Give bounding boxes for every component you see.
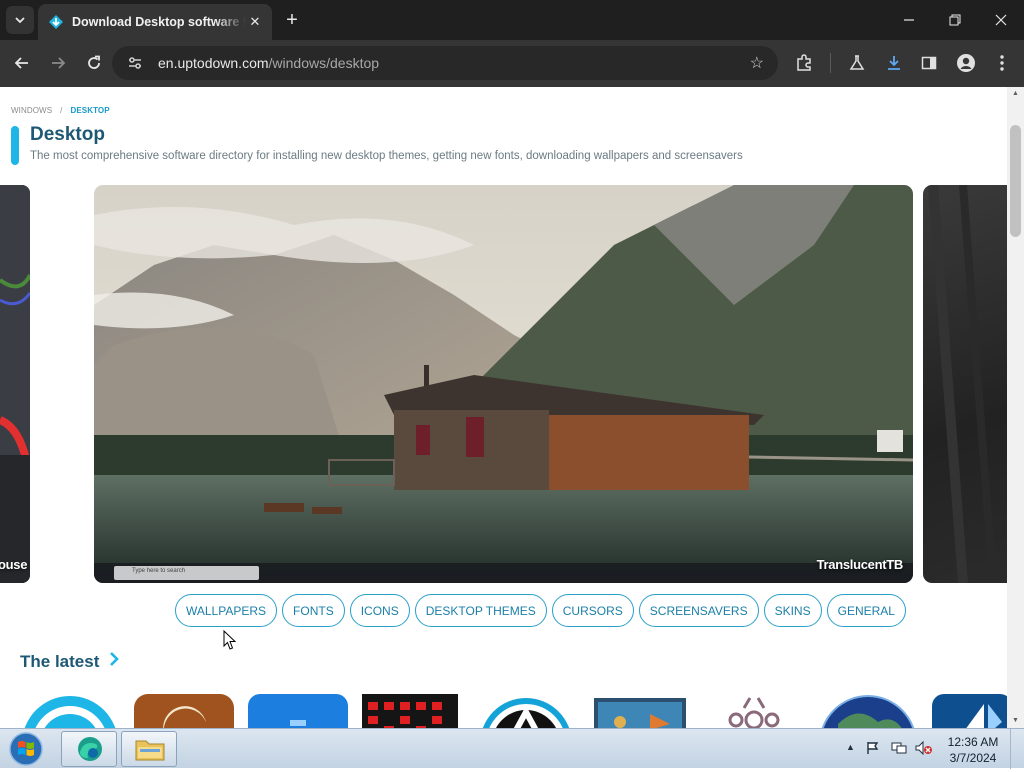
downloads-icon[interactable] — [883, 52, 905, 74]
folder-icon — [135, 740, 165, 761]
browser-menu-icon[interactable] — [991, 52, 1013, 74]
breadcrumb: WINDOWS / DESKTOP — [11, 106, 110, 115]
category-icons[interactable]: ICONS — [349, 594, 410, 627]
breadcrumb-separator: / — [60, 106, 63, 115]
url-text: en.uptodown.com/windows/desktop — [158, 55, 379, 71]
profile-avatar-icon[interactable] — [955, 52, 977, 74]
breadcrumb-windows-link[interactable]: WINDOWS — [11, 106, 52, 115]
address-bar[interactable]: en.uptodown.com/windows/desktop ☆ — [112, 46, 778, 80]
show-hidden-icons-chevron-icon[interactable]: ▲ — [846, 742, 855, 752]
windows-taskbar: ▲ 12:36 AM 3/7/2024 — [0, 728, 1024, 769]
category-general[interactable]: GENERAL — [826, 594, 906, 627]
category-wallpapers[interactable]: WALLPAPERS — [175, 594, 278, 627]
carousel-label-prev: ouse Jiggler — [0, 557, 30, 572]
latest-title: The latest — [20, 651, 100, 671]
browser-tab-bar: Download Desktop software for Windows ✕ … — [0, 0, 1024, 40]
carousel-label-main: TranslucentTB — [816, 557, 904, 572]
reload-icon — [88, 55, 100, 69]
browser-toolbar: en.uptodown.com/windows/desktop ☆ — [0, 40, 1024, 87]
minimize-icon[interactable] — [894, 6, 924, 34]
side-panel-icon[interactable] — [918, 52, 940, 74]
title-accent-bar — [11, 126, 19, 165]
carousel-image-main — [94, 185, 913, 583]
breadcrumb-current: DESKTOP — [70, 106, 110, 115]
page-content: WINDOWS / DESKTOP Desktop The most compreh… — [0, 87, 1007, 728]
app-icon-8[interactable] — [818, 694, 918, 728]
scrollbar-thumb[interactable] — [1010, 125, 1021, 237]
app-icon-6[interactable] — [590, 694, 690, 728]
volume-muted-icon[interactable] — [915, 740, 933, 758]
url-path: /windows/desktop — [268, 55, 380, 71]
clock-date: 3/7/2024 — [949, 751, 997, 765]
forward-arrow-icon — [52, 57, 66, 69]
chevron-right-icon — [109, 651, 120, 672]
page-subtitle: The most comprehensive software director… — [30, 150, 743, 162]
latest-heading[interactable]: The latest — [20, 651, 120, 672]
taskbar-file-explorer[interactable] — [121, 731, 177, 767]
category-list: WALLPAPERS FONTS ICONS DESKTOP THEMES CU… — [175, 594, 906, 628]
taskbar-search-placeholder: Type here to search — [132, 568, 186, 574]
page-title: Desktop — [30, 124, 105, 145]
edge-browser-icon — [78, 737, 102, 761]
carousel-image-next — [928, 185, 997, 583]
extensions-icon[interactable] — [793, 52, 815, 74]
bookmark-star-icon[interactable]: ☆ — [750, 53, 764, 73]
close-window-icon[interactable] — [986, 6, 1016, 34]
category-screensavers[interactable]: SCREENSAVERS — [638, 594, 759, 627]
back-button[interactable] — [9, 50, 35, 76]
uptodown-favicon-icon — [49, 15, 63, 29]
carousel-image-prev — [0, 185, 30, 583]
scroll-up-icon[interactable]: ▲ — [1007, 87, 1024, 101]
restore-icon[interactable] — [940, 6, 970, 34]
system-clock[interactable]: 12:36 AM 3/7/2024 — [944, 734, 1002, 766]
labs-flask-icon[interactable] — [846, 52, 868, 74]
app-icon-7[interactable] — [704, 694, 804, 728]
page-scrollbar[interactable]: ▲ ▼ — [1007, 87, 1024, 728]
site-info-icon[interactable] — [124, 52, 146, 74]
app-icon-1[interactable] — [20, 694, 120, 728]
category-desktop-themes[interactable]: DESKTOP THEMES — [414, 594, 547, 627]
app-icon-5[interactable] — [476, 694, 576, 728]
carousel-slide-main[interactable]: Type here to search TranslucentTB — [94, 185, 913, 583]
browser-tab[interactable]: Download Desktop software for Windows ✕ — [38, 4, 272, 40]
network-icon[interactable] — [891, 741, 907, 758]
app-icon-9[interactable] — [932, 694, 1007, 728]
carousel-slide-next[interactable] — [923, 185, 1007, 583]
category-fonts[interactable]: FONTS — [282, 594, 345, 627]
url-host: en.uptodown.com — [158, 55, 269, 71]
windows-logo-icon — [9, 732, 43, 766]
show-desktop-button[interactable] — [1010, 729, 1024, 769]
category-cursors[interactable]: CURSORS — [551, 594, 634, 627]
mouse-cursor-icon — [223, 630, 237, 650]
back-arrow-icon — [14, 57, 28, 69]
carousel-slide-prev[interactable]: ouse Jiggler — [0, 185, 30, 583]
tab-search-button[interactable] — [6, 6, 34, 34]
start-button[interactable] — [6, 731, 46, 767]
tab-close-icon[interactable]: ✕ — [246, 14, 264, 30]
toolbar-divider — [830, 53, 831, 73]
app-icon-2[interactable] — [134, 694, 234, 728]
app-icon-3[interactable] — [248, 694, 348, 728]
taskbar-edge-browser[interactable] — [61, 731, 117, 767]
tab-title: Download Desktop software for Windows — [72, 15, 246, 29]
chevron-down-icon — [15, 17, 25, 24]
scroll-down-icon[interactable]: ▼ — [1007, 714, 1024, 728]
forward-button[interactable] — [45, 50, 71, 76]
app-icon-4[interactable] — [362, 694, 462, 728]
action-center-flag-icon[interactable] — [866, 741, 880, 758]
clock-time: 12:36 AM — [947, 735, 999, 749]
reload-button[interactable] — [81, 50, 107, 76]
new-tab-button[interactable]: + — [282, 7, 302, 33]
category-skins[interactable]: SKINS — [763, 594, 822, 627]
